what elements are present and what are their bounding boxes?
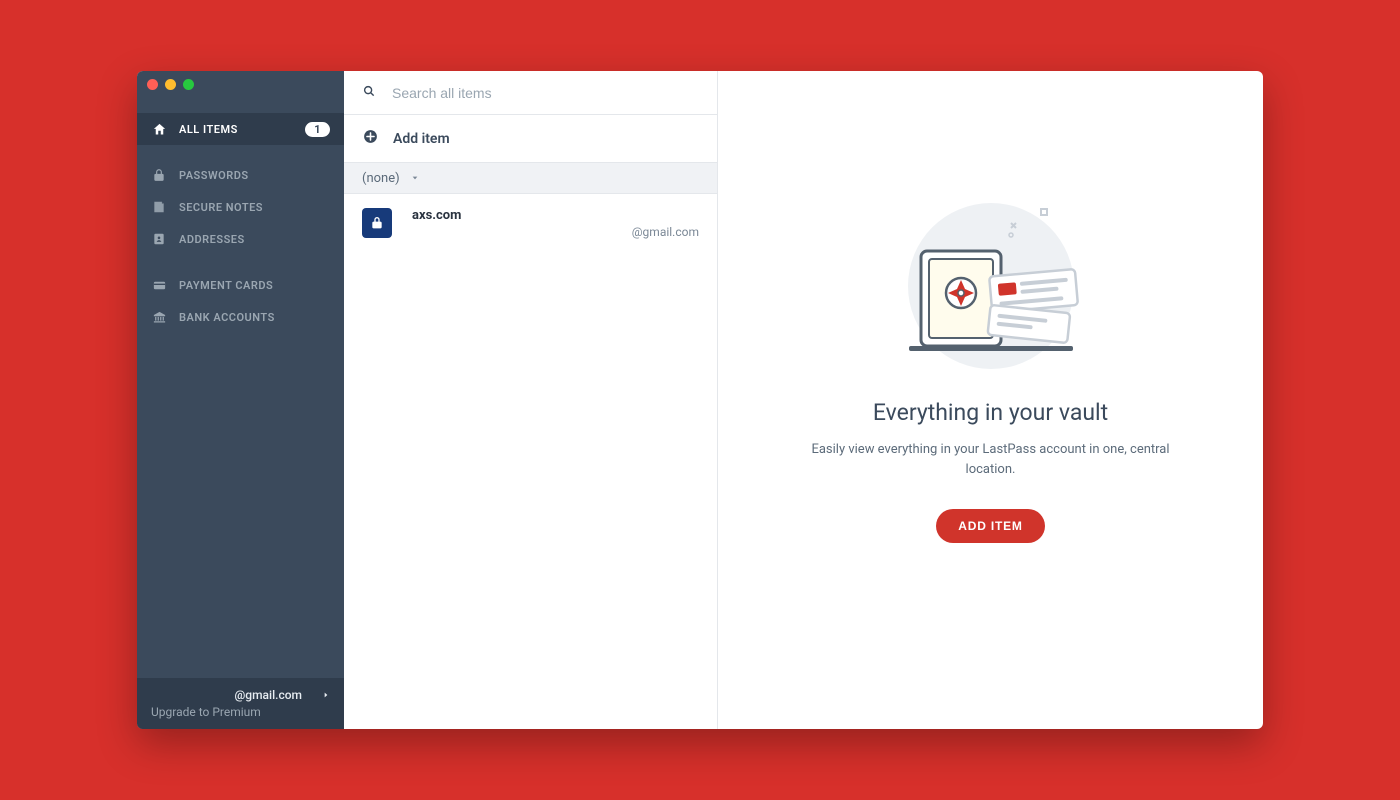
sidebar-item-all-items[interactable]: ALL ITEMS 1: [137, 113, 344, 145]
account-row[interactable]: @gmail.com: [151, 688, 330, 702]
sidebar-item-secure-notes[interactable]: SECURE NOTES: [137, 191, 344, 223]
credit-card-icon: [151, 277, 167, 293]
fullscreen-window-icon[interactable]: [183, 79, 194, 90]
minimize-window-icon[interactable]: [165, 79, 176, 90]
app-window: ALL ITEMS 1 PASSWORDS SECURE NOTES: [137, 71, 1263, 729]
sidebar-item-passwords[interactable]: PASSWORDS: [137, 159, 344, 191]
close-window-icon[interactable]: [147, 79, 158, 90]
add-item-bar[interactable]: Add item: [344, 115, 717, 163]
search-icon: [362, 83, 376, 102]
sidebar-item-label: PASSWORDS: [179, 169, 330, 182]
add-item-button[interactable]: ADD ITEM: [936, 509, 1044, 543]
lock-icon: [362, 208, 392, 238]
item-list-column: Add item (none) axs.com @gmail.com: [344, 71, 718, 729]
count-badge: 1: [305, 122, 330, 137]
list-item-texts: axs.com @gmail.com: [412, 208, 699, 239]
sidebar-item-label: ADDRESSES: [179, 233, 330, 246]
chevron-right-icon: [322, 690, 330, 700]
home-icon: [151, 121, 167, 137]
chevron-down-icon: [410, 171, 420, 186]
list-item-title: axs.com: [412, 208, 699, 223]
sidebar-item-addresses[interactable]: ADDRESSES: [137, 223, 344, 255]
sidebar-item-bank-accounts[interactable]: BANK ACCOUNTS: [137, 301, 344, 333]
lock-icon: [151, 167, 167, 183]
nav-group: ALL ITEMS 1 PASSWORDS SECURE NOTES: [137, 93, 344, 333]
sidebar-item-label: PAYMENT CARDS: [179, 279, 330, 292]
window-traffic-lights: [137, 71, 344, 93]
empty-state-body: Easily view everything in your LastPass …: [811, 440, 1171, 479]
plus-circle-icon: [362, 128, 379, 149]
address-icon: [151, 231, 167, 247]
vault-illustration: [891, 201, 1091, 371]
note-icon: [151, 199, 167, 215]
upgrade-link[interactable]: Upgrade to Premium: [151, 705, 330, 719]
sidebar-item-label: SECURE NOTES: [179, 201, 330, 214]
bank-icon: [151, 309, 167, 325]
sidebar-item-label: ALL ITEMS: [179, 123, 305, 136]
detail-column: Everything in your vault Easily view eve…: [718, 71, 1263, 729]
sidebar-item-label: BANK ACCOUNTS: [179, 311, 330, 324]
empty-state-title: Everything in your vault: [873, 399, 1108, 426]
group-header-label: (none): [362, 171, 400, 186]
add-item-label: Add item: [393, 131, 450, 147]
sidebar-item-payment-cards[interactable]: PAYMENT CARDS: [137, 269, 344, 301]
account-email: @gmail.com: [235, 688, 302, 702]
group-header-none[interactable]: (none): [344, 163, 717, 194]
sidebar-footer: @gmail.com Upgrade to Premium: [137, 678, 344, 729]
sidebar: ALL ITEMS 1 PASSWORDS SECURE NOTES: [137, 71, 344, 729]
list-item-subtitle: @gmail.com: [412, 225, 699, 239]
list-item[interactable]: axs.com @gmail.com: [344, 194, 717, 253]
search-bar: [344, 71, 717, 115]
search-input[interactable]: [392, 85, 699, 101]
